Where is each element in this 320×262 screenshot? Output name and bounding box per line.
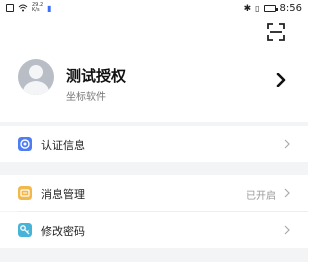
chevron-right-icon	[284, 225, 290, 235]
profile-page: 29.2 K/s ▮ ✱ ▯ 8:56 测试授权 坐标软件 认证信息 消息管理 …	[0, 0, 308, 262]
menu-item-label: 消息管理	[41, 188, 85, 201]
message-status: 已开启	[246, 191, 276, 202]
status-bar: 29.2 K/s ▮ ✱ ▯ 8:56	[0, 0, 308, 18]
profile-org: 坐标软件	[66, 92, 106, 103]
clock: 8:56	[279, 3, 302, 14]
bluetooth-icon: ✱	[243, 3, 252, 14]
chevron-right-icon	[284, 188, 290, 198]
key-icon	[18, 223, 32, 237]
menu-item-label: 认证信息	[41, 139, 85, 152]
status-left: 29.2 K/s ▮	[6, 3, 52, 13]
sim-icon	[6, 4, 14, 12]
scan-icon[interactable]	[266, 22, 286, 42]
battery-icon	[263, 5, 278, 12]
network-speed-unit: K/s	[32, 7, 40, 13]
menu-item-auth-info[interactable]: 认证信息	[0, 126, 308, 162]
profile-name[interactable]: 测试授权	[66, 65, 126, 86]
message-icon	[18, 186, 32, 200]
notification-icon: ▮	[47, 3, 52, 13]
profile-header: 测试授权 坐标软件	[0, 18, 308, 122]
vibrate-icon: ▯	[255, 4, 260, 13]
chevron-right-icon	[284, 139, 290, 149]
page-bottom-gap	[0, 248, 308, 262]
menu-item-messages[interactable]: 消息管理 已开启	[0, 175, 308, 211]
chevron-right-icon[interactable]	[274, 73, 288, 87]
status-right: ✱ ▯ 8:56	[244, 3, 302, 14]
wifi-icon	[18, 4, 28, 12]
network-speed: 29.2 K/s	[32, 3, 43, 13]
certificate-icon	[18, 137, 32, 151]
menu-item-change-password[interactable]: 修改密码	[0, 212, 308, 248]
avatar-head-shape	[29, 65, 43, 79]
menu-item-label: 修改密码	[41, 225, 85, 238]
avatar[interactable]	[18, 59, 54, 95]
avatar-body-shape	[23, 81, 49, 95]
